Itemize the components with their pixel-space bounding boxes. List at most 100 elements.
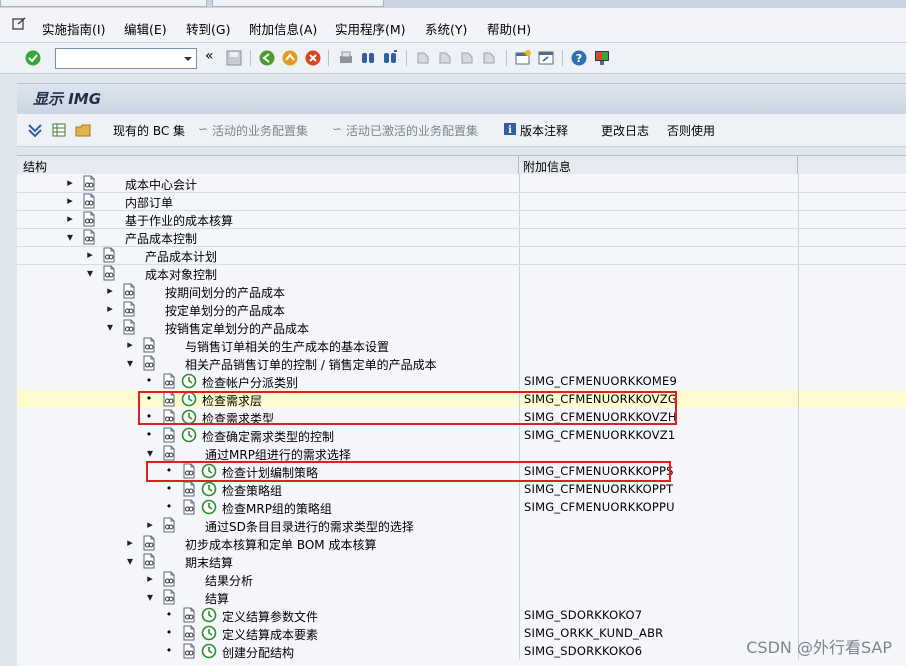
tree-node-label[interactable]: 通过SD条目目录进行的需求类型的选择: [205, 518, 414, 535]
tree-structure-cell[interactable]: ▾ 通过MRP组进行的需求选择: [17, 444, 518, 462]
tree-structure-cell[interactable]: ▾ 相关产品销售订单的控制 / 销售定单的产品成本: [17, 354, 518, 372]
tree-structure-cell[interactable]: ▾ 成本对象控制: [17, 264, 518, 282]
menu-app-icon[interactable]: [12, 17, 26, 31]
documentation-icon[interactable]: [181, 643, 197, 659]
tree-row[interactable]: • 检查MRP组的策略组 SIMG_CFMENUORKKOPPU: [17, 498, 906, 516]
execute-activity-icon[interactable]: [201, 481, 217, 497]
customize-layout-icon[interactable]: [593, 49, 611, 67]
enter-check-icon[interactable]: [24, 49, 42, 67]
documentation-icon[interactable]: [121, 301, 137, 317]
tree-row[interactable]: ▸ 成本中心会计: [17, 174, 906, 192]
tree-structure-cell[interactable]: ▸ 内部订单: [17, 192, 518, 210]
tree-row[interactable]: • 检查确定需求类型的控制 SIMG_CFMENUORKKOVZ1: [17, 426, 906, 444]
tree-row[interactable]: ▸ 结果分析: [17, 570, 906, 588]
tree-node-label[interactable]: 初步成本核算和定单 BOM 成本核算: [185, 536, 376, 553]
tree-node-label[interactable]: 成本中心会计: [125, 176, 197, 193]
tree-node-label[interactable]: 定义结算参数文件: [222, 608, 318, 625]
menu-utilities[interactable]: 实用程序(M): [335, 19, 406, 38]
documentation-icon[interactable]: [121, 283, 137, 299]
documentation-icon[interactable]: [161, 571, 177, 587]
active-bc-sets-button[interactable]: 活动的业务配置集: [212, 122, 308, 139]
info-icon[interactable]: i: [503, 122, 517, 136]
tree-row[interactable]: ▸ 初步成本核算和定单 BOM 成本核算: [17, 534, 906, 552]
tree-row[interactable]: ▾ 按销售定单划分的产品成本: [17, 318, 906, 336]
collapse-triangle-icon[interactable]: ▾: [125, 552, 135, 570]
change-log-button[interactable]: 更改日志: [601, 122, 649, 139]
documentation-icon[interactable]: [181, 607, 197, 623]
tree-node-label[interactable]: 按销售定单划分的产品成本: [165, 320, 309, 337]
window-tab[interactable]: [0, 0, 207, 7]
tree-node-label[interactable]: 创建分配结构: [222, 644, 294, 661]
documentation-icon[interactable]: [161, 589, 177, 605]
documentation-icon[interactable]: [101, 265, 117, 281]
tree-structure-cell[interactable]: • 检查确定需求类型的控制: [17, 426, 518, 444]
tree-structure-cell[interactable]: ▸ 产品成本计划: [17, 246, 518, 264]
tree-node-label[interactable]: 检查确定需求类型的控制: [202, 428, 334, 445]
tree-node-label[interactable]: 期末结算: [185, 554, 233, 571]
execute-activity-icon[interactable]: [201, 607, 217, 623]
tree-row[interactable]: ▸ 按定单划分的产品成本: [17, 300, 906, 318]
tree-structure-cell[interactable]: ▾ 期末结算: [17, 552, 518, 570]
tree-structure-cell[interactable]: ▸ 成本中心会计: [17, 174, 518, 192]
chevron-down-icon[interactable]: [180, 49, 196, 68]
tree-structure-cell[interactable]: • 检查帐户分派类别: [17, 372, 518, 390]
menu-goto[interactable]: 转到(G): [186, 19, 230, 38]
tree-node-label[interactable]: 成本对象控制: [145, 266, 217, 283]
save-icon[interactable]: [225, 49, 243, 67]
documentation-icon[interactable]: [181, 625, 197, 641]
tree-structure-cell[interactable]: • 创建分配结构: [17, 642, 518, 660]
expand-triangle-icon[interactable]: ▸: [125, 534, 135, 552]
execute-activity-icon[interactable]: [201, 499, 217, 515]
menu-system[interactable]: 系统(Y): [425, 19, 467, 38]
column-header-additional-info[interactable]: 附加信息: [523, 158, 571, 175]
expand-triangle-icon[interactable]: ▸: [85, 246, 95, 264]
execute-activity-icon[interactable]: [181, 427, 197, 443]
tree-structure-cell[interactable]: ▾ 按销售定单划分的产品成本: [17, 318, 518, 336]
column-header-structure[interactable]: 结构: [23, 158, 47, 175]
tree-row[interactable]: • 检查帐户分派类别 SIMG_CFMENUORKKOME9: [17, 372, 906, 390]
tree-row[interactable]: ▾ 成本对象控制: [17, 264, 906, 282]
tree-structure-cell[interactable]: ▸ 与销售订单相关的生产成本的基本设置: [17, 336, 518, 354]
shortcut-icon[interactable]: [537, 49, 555, 67]
expand-triangle-icon[interactable]: ▸: [145, 570, 155, 588]
documentation-icon[interactable]: [121, 319, 137, 335]
column-divider[interactable]: [797, 156, 798, 174]
tree-row[interactable]: ▾ 期末结算: [17, 552, 906, 570]
tree-node-label[interactable]: 结果分析: [205, 572, 253, 589]
tree-node-label[interactable]: 按期间划分的产品成本: [165, 284, 285, 301]
tree-structure-cell[interactable]: ▸ 按期间划分的产品成本: [17, 282, 518, 300]
double-chevron-left-icon[interactable]: «: [205, 48, 214, 64]
window-tab[interactable]: [212, 0, 384, 7]
tree-structure-cell[interactable]: ▾ 产品成本控制: [17, 228, 518, 246]
expand-triangle-icon[interactable]: ▸: [145, 516, 155, 534]
menu-implementation-guide[interactable]: 实施指南(I): [42, 19, 105, 38]
tree-node-label[interactable]: 产品成本计划: [145, 248, 217, 265]
tree-row[interactable]: • 检查策略组 SIMG_CFMENUORKKOPPT: [17, 480, 906, 498]
first-page-icon[interactable]: [414, 49, 432, 67]
tree-node-label[interactable]: 内部订单: [125, 194, 173, 211]
tree-node-label[interactable]: 检查策略组: [222, 482, 282, 499]
tree-row[interactable]: ▸ 通过SD条目目录进行的需求类型的选择: [17, 516, 906, 534]
collapse-triangle-icon[interactable]: ▾: [85, 264, 95, 282]
expand-triangle-icon[interactable]: ▸: [105, 300, 115, 318]
expand-triangle-icon[interactable]: ▸: [65, 192, 75, 210]
menu-extras[interactable]: 附加信息(A): [249, 19, 317, 38]
tree-structure-cell[interactable]: • 检查MRP组的策略组: [17, 498, 518, 516]
expand-all-icon[interactable]: [27, 122, 43, 138]
execute-activity-icon[interactable]: [181, 373, 197, 389]
tree-row[interactable]: ▸ 按期间划分的产品成本: [17, 282, 906, 300]
expand-triangle-icon[interactable]: ▸: [65, 210, 75, 228]
collapse-triangle-icon[interactable]: ▾: [145, 444, 155, 462]
documentation-icon[interactable]: [161, 517, 177, 533]
tree-node-label[interactable]: 相关产品销售订单的控制 / 销售定单的产品成本: [185, 356, 437, 373]
tree-structure-cell[interactable]: • 定义结算成本要素: [17, 624, 518, 642]
next-page-icon[interactable]: [458, 49, 476, 67]
documentation-icon[interactable]: [141, 355, 157, 371]
expand-triangle-icon[interactable]: ▸: [65, 174, 75, 192]
print-icon[interactable]: [337, 49, 355, 67]
new-session-icon[interactable]: [514, 49, 532, 67]
documentation-icon[interactable]: [141, 553, 157, 569]
release-notes-button[interactable]: 版本注释: [520, 122, 568, 139]
tree-row[interactable]: ▸ 基于作业的成本核算: [17, 210, 906, 228]
tree-structure-cell[interactable]: ▸ 基于作业的成本核算: [17, 210, 518, 228]
